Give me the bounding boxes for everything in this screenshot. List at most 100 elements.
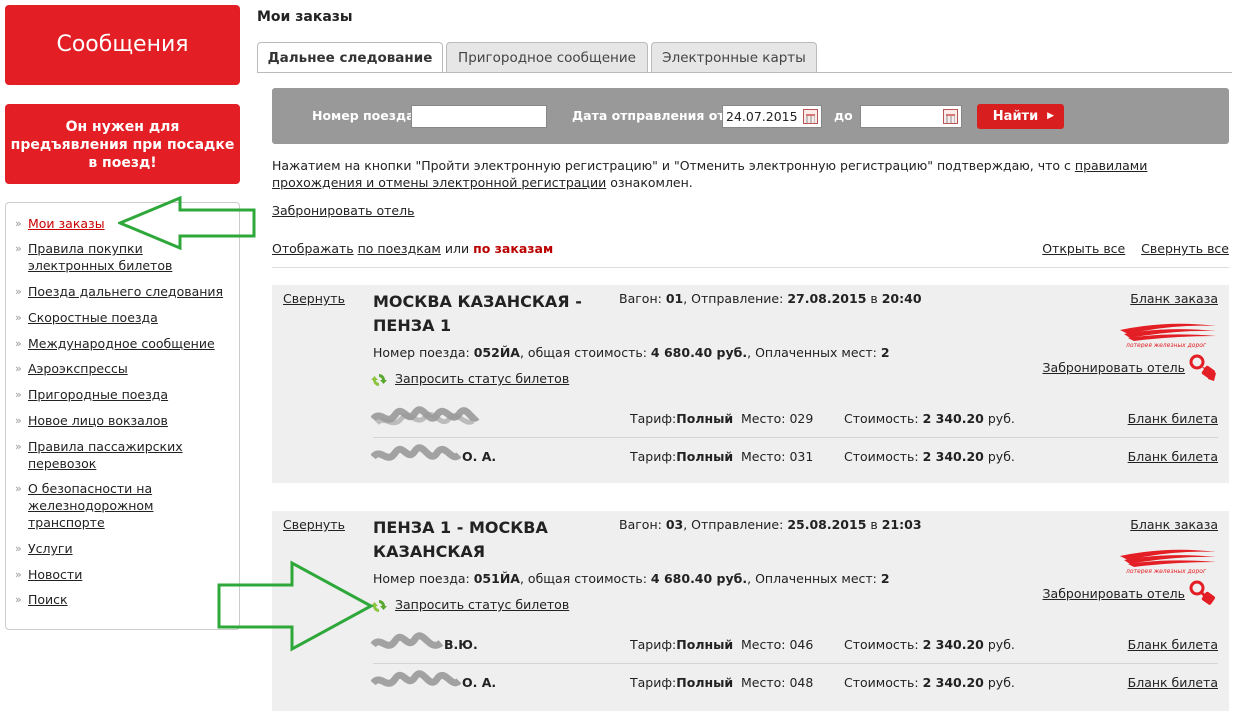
- tab-long-distance[interactable]: Дальнее следование: [257, 42, 443, 73]
- refresh-icon: [371, 374, 387, 386]
- sidebar-item-news[interactable]: Новости: [15, 566, 228, 583]
- sidebar-nav: Мои заказы Правила покупки электронных б…: [5, 202, 240, 630]
- total-label: , общая стоимость:: [519, 571, 647, 586]
- railway-lottery-logo-icon: лотерея железных дорог: [1120, 549, 1216, 574]
- ticket-form-link[interactable]: Бланк билета: [1128, 411, 1218, 426]
- departure-time: 20:40: [881, 291, 922, 306]
- passenger-seat: Место: 031: [741, 449, 813, 464]
- ticket-form-link[interactable]: Бланк билета: [1128, 449, 1218, 464]
- tariff-label: Тариф:: [630, 675, 677, 690]
- ticket-status-link[interactable]: Запросить статус билетов: [395, 597, 569, 612]
- registration-notice: Нажатием на кнопки "Пройти электронную р…: [272, 157, 1222, 191]
- view-by-orders-link[interactable]: по заказам: [473, 241, 553, 256]
- order-block: Свернуть МОСКВА КАЗАНСКАЯ - ПЕНЗА 1 Ваго…: [272, 285, 1229, 483]
- ticket-form-link[interactable]: Бланк билета: [1128, 637, 1218, 652]
- hotel-key-icon: [1189, 580, 1215, 605]
- calendar-icon[interactable]: [943, 109, 958, 124]
- paid-seats: 2: [880, 345, 890, 360]
- order-train-info: Номер поезда: 052ЙА, общая стоимость: 4 …: [373, 345, 890, 360]
- wagon-number: 03: [665, 517, 684, 532]
- notice-text-1: Нажатием на кнопки "Пройти электронную р…: [272, 158, 1075, 173]
- cost-label: Стоимость:: [844, 675, 919, 690]
- collapse-all-link[interactable]: Свернуть все: [1141, 241, 1229, 256]
- passenger-name: О. А.: [462, 675, 497, 690]
- passenger-cost: Стоимость: 2 340.20 руб.: [844, 411, 1015, 426]
- order-form-link[interactable]: Бланк заказа: [1130, 517, 1218, 532]
- ticket-status-request[interactable]: Запросить статус билетов: [371, 597, 569, 612]
- passenger-name: О. А.: [462, 449, 497, 464]
- cost-label: Стоимость:: [844, 449, 919, 464]
- tariff-value: Полный: [676, 675, 734, 690]
- tariff-label: Тариф:: [630, 637, 677, 652]
- cost-currency: руб.: [987, 411, 1015, 426]
- view-show-label[interactable]: Отображать: [272, 241, 354, 256]
- view-or-label: или: [444, 241, 470, 256]
- ticket-status-request[interactable]: Запросить статус билетов: [371, 371, 569, 386]
- sidebar-item-aeroexpress[interactable]: Аэроэкспрессы: [15, 360, 228, 377]
- view-divider: [272, 267, 1229, 268]
- view-by-trips-link[interactable]: по поездкам: [358, 241, 441, 256]
- order-train-info: Номер поезда: 051ЙА, общая стоимость: 4 …: [373, 571, 890, 586]
- departure-at: в: [870, 291, 878, 306]
- railway-lottery-logo-icon: лотерея железных дорог: [1120, 323, 1216, 348]
- sidebar-item-long-distance[interactable]: Поезда дальнего следования: [15, 283, 228, 300]
- passenger-cost: Стоимость: 2 340.20 руб.: [844, 637, 1015, 652]
- seat-label: Место:: [741, 411, 786, 426]
- cost-currency: руб.: [987, 675, 1015, 690]
- redacted-name: [371, 670, 461, 687]
- sidebar-item-suburban[interactable]: Пригородные поезда: [15, 386, 228, 403]
- redacted-name: [371, 632, 443, 649]
- tab-suburban[interactable]: Пригородное сообщение: [446, 42, 648, 72]
- order-book-hotel-link[interactable]: Забронировать отель: [1043, 360, 1185, 375]
- seat-label: Место:: [741, 675, 786, 690]
- view-mode-row: Отображать по поездкам или по заказам От…: [272, 241, 1229, 256]
- sidebar-item-passenger-rules[interactable]: Правила пассажирских перевозок: [15, 438, 228, 472]
- train-label: Номер поезда:: [373, 345, 470, 360]
- departure-label: , Отправление:: [683, 517, 784, 532]
- collapse-order-link[interactable]: Свернуть: [283, 291, 345, 306]
- train-number-input[interactable]: [411, 105, 547, 128]
- tariff-label: Тариф:: [630, 411, 677, 426]
- passenger-row: В.Ю. Тариф:Полный Место: 046 Стоимость: …: [272, 625, 1229, 663]
- seat-value: 029: [789, 411, 814, 426]
- svg-text:лотерея железных дорог: лотерея железных дорог: [1125, 342, 1207, 348]
- collapse-order-link[interactable]: Свернуть: [283, 517, 345, 532]
- tariff-label: Тариф:: [630, 449, 677, 464]
- sidebar-item-high-speed[interactable]: Скоростные поезда: [15, 309, 228, 326]
- passenger-cost: Стоимость: 2 340.20 руб.: [844, 675, 1015, 690]
- tariff-value: Полный: [676, 411, 734, 426]
- paid-label: , Оплаченных мест:: [747, 571, 877, 586]
- order-wagon-info: Вагон: 01, Отправление: 27.08.2015 в 20:…: [619, 291, 922, 306]
- passenger-row: Тариф:Полный Место: 029 Стоимость: 2 340…: [272, 399, 1229, 437]
- sidebar-item-search[interactable]: Поиск: [15, 591, 228, 608]
- date-from-input[interactable]: 24.07.2015: [722, 105, 822, 128]
- sidebar-item-safety[interactable]: О безопасности на железнодорожном трансп…: [15, 480, 228, 531]
- seat-value: 048: [789, 675, 814, 690]
- order-wagon-info: Вагон: 03, Отправление: 25.08.2015 в 21:…: [619, 517, 922, 532]
- date-to-input[interactable]: [860, 105, 962, 128]
- book-hotel-link[interactable]: Забронировать отель: [272, 203, 414, 218]
- find-button[interactable]: Найти ▶: [977, 104, 1064, 129]
- ticket-form-link[interactable]: Бланк билета: [1128, 675, 1218, 690]
- annotation-arrow-left-icon: [118, 196, 256, 250]
- seat-value: 031: [789, 449, 814, 464]
- messages-button[interactable]: Сообщения: [5, 5, 240, 85]
- order-book-hotel-link[interactable]: Забронировать отель: [1043, 586, 1185, 601]
- sidebar-item-international[interactable]: Международное сообщение: [15, 335, 228, 352]
- sidebar-item-stations[interactable]: Новое лицо вокзалов: [15, 412, 228, 429]
- ticket-status-link[interactable]: Запросить статус билетов: [395, 371, 569, 386]
- calendar-icon[interactable]: [803, 109, 818, 124]
- date-to-label: до: [834, 108, 853, 123]
- ticket-notice-banner: Он нужен для предъявления при посадке в …: [5, 104, 240, 184]
- open-all-link[interactable]: Открыть все: [1042, 241, 1125, 256]
- cost-value: 2 340.20: [922, 449, 984, 464]
- passenger-tariff: Тариф:Полный: [630, 637, 733, 652]
- tariff-value: Полный: [676, 449, 734, 464]
- wagon-number: 01: [665, 291, 684, 306]
- total-cost: 4 680.40 руб.: [650, 571, 748, 586]
- cost-label: Стоимость:: [844, 637, 919, 652]
- tab-e-cards[interactable]: Электронные карты: [651, 42, 817, 72]
- passenger-cost: Стоимость: 2 340.20 руб.: [844, 449, 1015, 464]
- sidebar-item-services[interactable]: Услуги: [15, 540, 228, 557]
- order-form-link[interactable]: Бланк заказа: [1130, 291, 1218, 306]
